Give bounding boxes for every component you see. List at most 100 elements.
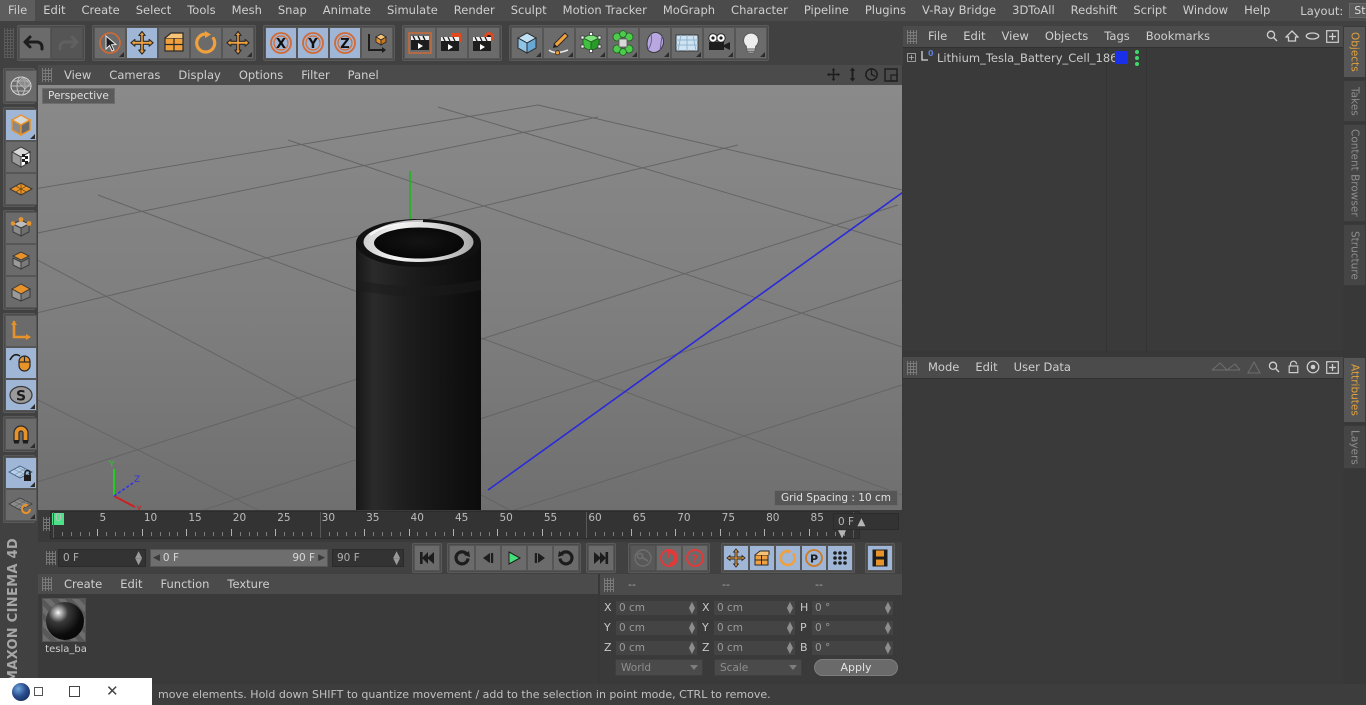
rotation-b-field[interactable]: 0 ° ▲ ▼ — [811, 639, 894, 656]
workplane-mode-button[interactable] — [5, 173, 37, 205]
maximize-view-icon[interactable] — [884, 67, 898, 85]
pan-camera-icon[interactable] — [846, 67, 859, 85]
menu-item-3dtoall[interactable]: 3DToAll — [1004, 0, 1063, 21]
render-settings-button[interactable] — [468, 27, 500, 59]
move-tool[interactable] — [126, 27, 158, 59]
render-to-picture-viewer-button[interactable] — [436, 27, 468, 59]
menu-item-mograph[interactable]: MoGraph — [655, 0, 723, 21]
add-generator-button[interactable] — [575, 27, 607, 59]
object-menu-objects[interactable]: Objects — [1037, 26, 1096, 47]
polygons-mode-button[interactable] — [5, 276, 37, 308]
range-start-handle-icon[interactable]: ◀ — [153, 553, 160, 563]
lock-y-axis-button[interactable]: Y — [297, 27, 329, 59]
size-y-field[interactable]: 0 cm ▲ ▼ — [713, 619, 796, 636]
object-visibility-dots[interactable] — [1135, 49, 1139, 66]
lock-workplane-button[interactable] — [5, 457, 37, 489]
viewport-menu-panel[interactable]: Panel — [339, 65, 388, 85]
stepper-icon[interactable]: ▲ ▼ — [135, 551, 142, 567]
add-camera-button[interactable] — [703, 27, 735, 59]
move-camera-icon[interactable] — [826, 67, 841, 85]
menu-item-select[interactable]: Select — [128, 0, 179, 21]
menu-item-plugins[interactable]: Plugins — [857, 0, 914, 21]
menu-item-help[interactable]: Help — [1236, 0, 1278, 21]
object-manager-grip[interactable] — [907, 29, 917, 44]
go-to-start-button[interactable] — [414, 545, 440, 571]
enable-axis-modification-button[interactable] — [5, 347, 37, 379]
wave-icon[interactable] — [1211, 361, 1241, 377]
expand-icon[interactable]: + — [907, 53, 916, 62]
attribute-manager-grip[interactable] — [907, 360, 917, 375]
attribute-menu-edit[interactable]: Edit — [967, 357, 1005, 378]
range-end-handle-icon[interactable]: ▶ — [318, 553, 325, 563]
size-z-field[interactable]: 0 cm ▲ ▼ — [713, 639, 796, 656]
object-menu-edit[interactable]: Edit — [955, 26, 993, 47]
current-frame-field[interactable]: 0 F ▲ ▼ — [58, 549, 146, 567]
menu-item-script[interactable]: Script — [1125, 0, 1174, 21]
menu-item-tools[interactable]: Tools — [179, 0, 223, 21]
object-menu-file[interactable]: File — [920, 26, 955, 47]
material-list[interactable]: tesla_ba — [38, 594, 598, 684]
previous-frame-button[interactable] — [475, 545, 501, 571]
menu-item-sculpt[interactable]: Sculpt — [503, 0, 555, 21]
lock-x-axis-button[interactable]: X — [265, 27, 297, 59]
attribute-body[interactable] — [903, 378, 1343, 684]
viewport-menu-display[interactable]: Display — [169, 65, 229, 85]
plus-box-icon[interactable] — [1326, 29, 1339, 46]
material-menu-create[interactable]: Create — [55, 574, 111, 594]
play-button[interactable] — [501, 545, 527, 571]
stepper-icon[interactable]: ▲ ▼ — [787, 640, 793, 654]
position-key-button[interactable] — [723, 545, 749, 571]
rotation-p-field[interactable]: 0 ° ▲ ▼ — [811, 619, 894, 636]
position-z-field[interactable]: 0 cm ▲ ▼ — [615, 639, 698, 656]
world-object-coordinates-button[interactable] — [361, 27, 393, 59]
parameter-key-button[interactable]: P — [801, 545, 827, 571]
rotate-tool[interactable] — [190, 27, 222, 59]
rotation-h-field[interactable]: 0 ° ▲ ▼ — [811, 599, 894, 616]
timeline-ruler[interactable]: 051015202530354045505560657075808590 — [50, 511, 868, 539]
stepper-icon[interactable]: ▲ ▼ — [787, 600, 793, 614]
stepper-icon[interactable]: ▲ ▼ — [787, 620, 793, 634]
menu-item-motion-tracker[interactable]: Motion Tracker — [555, 0, 655, 21]
stepper-icon[interactable]: ▲ ▼ — [885, 640, 891, 654]
play-forwards-button[interactable] — [553, 545, 579, 571]
enable-snapping-button[interactable] — [5, 418, 37, 450]
tab-layers[interactable]: Layers — [1343, 425, 1366, 469]
object-axis-mode-button[interactable] — [5, 315, 37, 347]
autokeying-button[interactable] — [656, 545, 682, 571]
play-backwards-button[interactable] — [449, 545, 475, 571]
attribute-menu-user-data[interactable]: User Data — [1006, 357, 1079, 378]
go-to-end-button[interactable] — [588, 545, 614, 571]
menu-item-window[interactable]: Window — [1175, 0, 1236, 21]
toolbar-grip[interactable] — [4, 28, 14, 58]
menu-item-mesh[interactable]: Mesh — [224, 0, 270, 21]
points-mode-button[interactable] — [5, 212, 37, 244]
minimize-icon[interactable] — [69, 686, 80, 697]
object-menu-view[interactable]: View — [994, 26, 1037, 47]
tab-attributes[interactable]: Attributes — [1343, 357, 1366, 423]
add-mograph-button[interactable] — [607, 27, 639, 59]
point-level-animation-button[interactable] — [827, 545, 853, 571]
coordinates-grip[interactable] — [604, 577, 614, 592]
scale-tool[interactable] — [158, 27, 190, 59]
stepper-icon[interactable]: ▲ ▼ — [689, 620, 695, 634]
timeline-button[interactable] — [867, 545, 893, 571]
next-frame-button[interactable] — [527, 545, 553, 571]
add-spline-button[interactable] — [543, 27, 575, 59]
lock-z-axis-button[interactable]: Z — [329, 27, 361, 59]
keyframe-selection-button[interactable]: ? — [682, 545, 708, 571]
stepper-icon[interactable]: ▲ ▼ — [689, 640, 695, 654]
redo-button[interactable] — [51, 27, 83, 59]
search-icon[interactable] — [1267, 360, 1281, 377]
plus-box-icon[interactable] — [1326, 360, 1339, 377]
timeline-current-frame-field[interactable]: 0 F ▲ ▼ — [833, 513, 899, 540]
material-menu-texture[interactable]: Texture — [218, 574, 278, 594]
menu-item-render[interactable]: Render — [446, 0, 503, 21]
viewport-grip[interactable] — [42, 68, 52, 82]
material-grip[interactable] — [42, 577, 52, 591]
move-duplicate-tool[interactable] — [222, 27, 254, 59]
menu-item-pipeline[interactable]: Pipeline — [796, 0, 857, 21]
home-icon[interactable] — [1284, 29, 1300, 46]
close-icon[interactable]: ✕ — [106, 684, 119, 699]
soft-selection-button[interactable]: S — [5, 379, 37, 411]
menu-item-edit[interactable]: Edit — [35, 0, 73, 21]
